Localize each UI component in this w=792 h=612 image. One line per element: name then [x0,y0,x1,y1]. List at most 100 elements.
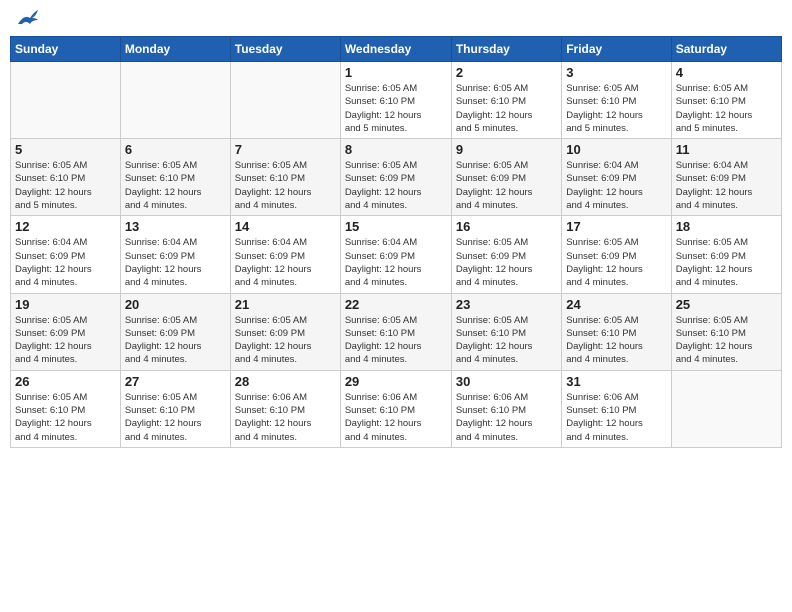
day-info: Sunrise: 6:04 AM Sunset: 6:09 PM Dayligh… [345,236,447,289]
calendar-cell: 29 Sunrise: 6:06 AM Sunset: 6:10 PM Dayli… [340,370,451,447]
day-info: Sunrise: 6:05 AM Sunset: 6:10 PM Dayligh… [345,82,447,135]
day-info: Sunrise: 6:05 AM Sunset: 6:09 PM Dayligh… [125,314,226,367]
calendar-cell: 20 Sunrise: 6:05 AM Sunset: 6:09 PM Dayli… [120,293,230,370]
calendar-cell: 3Sunrise: 6:05 AM Sunset: 6:10 PM Daylig… [562,62,671,139]
day-number: 24 [566,297,666,312]
calendar-cell: 10Sunrise: 6:04 AM Sunset: 6:09 PM Dayli… [562,139,671,216]
day-number: 1 [345,65,447,80]
calendar-week-row: 26 Sunrise: 6:05 AM Sunset: 6:10 PM Dayli… [11,370,782,447]
day-number: 16 [456,219,557,234]
day-info: Sunrise: 6:06 AM Sunset: 6:10 PM Dayligh… [235,391,336,444]
calendar-week-row: 19 Sunrise: 6:05 AM Sunset: 6:09 PM Dayli… [11,293,782,370]
day-number: 23 [456,297,557,312]
day-info: Sunrise: 6:05 AM Sunset: 6:10 PM Dayligh… [125,391,226,444]
day-info: Sunrise: 6:05 AM Sunset: 6:10 PM Dayligh… [125,159,226,212]
day-number: 2 [456,65,557,80]
calendar-cell: 23 Sunrise: 6:05 AM Sunset: 6:10 PM Dayli… [451,293,561,370]
day-number: 12 [15,219,116,234]
day-number: 18 [676,219,777,234]
calendar-cell: 22 Sunrise: 6:05 AM Sunset: 6:10 PM Dayli… [340,293,451,370]
calendar-cell: 19 Sunrise: 6:05 AM Sunset: 6:09 PM Dayli… [11,293,121,370]
day-number: 13 [125,219,226,234]
day-info: Sunrise: 6:06 AM Sunset: 6:10 PM Dayligh… [566,391,666,444]
day-number: 25 [676,297,777,312]
day-info: Sunrise: 6:04 AM Sunset: 6:09 PM Dayligh… [125,236,226,289]
weekday-header: Sunday [11,37,121,62]
calendar-cell: 28 Sunrise: 6:06 AM Sunset: 6:10 PM Dayli… [230,370,340,447]
day-info: Sunrise: 6:04 AM Sunset: 6:09 PM Dayligh… [566,159,666,212]
day-info: Sunrise: 6:05 AM Sunset: 6:10 PM Dayligh… [15,159,116,212]
calendar-cell: 9 Sunrise: 6:05 AM Sunset: 6:09 PM Daylig… [451,139,561,216]
day-number: 15 [345,219,447,234]
calendar-cell: 16 Sunrise: 6:05 AM Sunset: 6:09 PM Dayli… [451,216,561,293]
calendar-table: SundayMondayTuesdayWednesdayThursdayFrid… [10,36,782,448]
day-number: 26 [15,374,116,389]
calendar-cell [230,62,340,139]
logo [14,10,38,28]
day-number: 6 [125,142,226,157]
calendar-cell [120,62,230,139]
day-number: 11 [676,142,777,157]
calendar-cell: 14 Sunrise: 6:04 AM Sunset: 6:09 PM Dayli… [230,216,340,293]
day-info: Sunrise: 6:05 AM Sunset: 6:10 PM Dayligh… [676,314,777,367]
calendar-cell: 8 Sunrise: 6:05 AM Sunset: 6:09 PM Daylig… [340,139,451,216]
day-number: 29 [345,374,447,389]
weekday-header: Thursday [451,37,561,62]
day-info: Sunrise: 6:05 AM Sunset: 6:09 PM Dayligh… [15,314,116,367]
day-number: 31 [566,374,666,389]
day-info: Sunrise: 6:04 AM Sunset: 6:09 PM Dayligh… [15,236,116,289]
day-info: Sunrise: 6:05 AM Sunset: 6:09 PM Dayligh… [345,159,447,212]
day-info: Sunrise: 6:05 AM Sunset: 6:10 PM Dayligh… [15,391,116,444]
weekday-header: Tuesday [230,37,340,62]
day-info: Sunrise: 6:05 AM Sunset: 6:10 PM Dayligh… [566,82,666,135]
calendar-cell [671,370,781,447]
day-number: 7 [235,142,336,157]
day-number: 22 [345,297,447,312]
calendar-cell: 11 Sunrise: 6:04 AM Sunset: 6:09 PM Dayli… [671,139,781,216]
calendar-cell: 26 Sunrise: 6:05 AM Sunset: 6:10 PM Dayli… [11,370,121,447]
calendar-cell: 25 Sunrise: 6:05 AM Sunset: 6:10 PM Dayli… [671,293,781,370]
calendar-cell: 21 Sunrise: 6:05 AM Sunset: 6:09 PM Dayli… [230,293,340,370]
logo-bird-icon [16,10,38,28]
calendar-cell: 7Sunrise: 6:05 AM Sunset: 6:10 PM Daylig… [230,139,340,216]
day-number: 17 [566,219,666,234]
day-info: Sunrise: 6:05 AM Sunset: 6:10 PM Dayligh… [676,82,777,135]
calendar-cell: 31 Sunrise: 6:06 AM Sunset: 6:10 PM Dayli… [562,370,671,447]
calendar-cell: 1 Sunrise: 6:05 AM Sunset: 6:10 PM Daylig… [340,62,451,139]
day-number: 30 [456,374,557,389]
day-info: Sunrise: 6:05 AM Sunset: 6:10 PM Dayligh… [345,314,447,367]
day-number: 19 [15,297,116,312]
day-number: 9 [456,142,557,157]
day-number: 8 [345,142,447,157]
day-number: 20 [125,297,226,312]
day-info: Sunrise: 6:06 AM Sunset: 6:10 PM Dayligh… [456,391,557,444]
day-info: Sunrise: 6:05 AM Sunset: 6:10 PM Dayligh… [566,314,666,367]
day-number: 21 [235,297,336,312]
calendar-cell: 15 Sunrise: 6:04 AM Sunset: 6:09 PM Dayli… [340,216,451,293]
calendar-cell: 18Sunrise: 6:05 AM Sunset: 6:09 PM Dayli… [671,216,781,293]
calendar-cell: 13 Sunrise: 6:04 AM Sunset: 6:09 PM Dayli… [120,216,230,293]
day-info: Sunrise: 6:05 AM Sunset: 6:10 PM Dayligh… [456,82,557,135]
day-info: Sunrise: 6:06 AM Sunset: 6:10 PM Dayligh… [345,391,447,444]
weekday-header: Monday [120,37,230,62]
day-info: Sunrise: 6:05 AM Sunset: 6:09 PM Dayligh… [235,314,336,367]
day-info: Sunrise: 6:05 AM Sunset: 6:09 PM Dayligh… [566,236,666,289]
calendar-week-row: 12 Sunrise: 6:04 AM Sunset: 6:09 PM Dayli… [11,216,782,293]
calendar-cell: 12 Sunrise: 6:04 AM Sunset: 6:09 PM Dayli… [11,216,121,293]
day-info: Sunrise: 6:05 AM Sunset: 6:10 PM Dayligh… [456,314,557,367]
day-number: 27 [125,374,226,389]
day-number: 5 [15,142,116,157]
day-info: Sunrise: 6:05 AM Sunset: 6:09 PM Dayligh… [456,236,557,289]
weekday-header: Wednesday [340,37,451,62]
day-info: Sunrise: 6:04 AM Sunset: 6:09 PM Dayligh… [235,236,336,289]
calendar-cell: 17 Sunrise: 6:05 AM Sunset: 6:09 PM Dayli… [562,216,671,293]
calendar-cell: 5 Sunrise: 6:05 AM Sunset: 6:10 PM Daylig… [11,139,121,216]
day-info: Sunrise: 6:05 AM Sunset: 6:09 PM Dayligh… [456,159,557,212]
calendar-header-row: SundayMondayTuesdayWednesdayThursdayFrid… [11,37,782,62]
day-number: 28 [235,374,336,389]
day-info: Sunrise: 6:04 AM Sunset: 6:09 PM Dayligh… [676,159,777,212]
calendar-cell: 30 Sunrise: 6:06 AM Sunset: 6:10 PM Dayli… [451,370,561,447]
calendar-cell: 24 Sunrise: 6:05 AM Sunset: 6:10 PM Dayli… [562,293,671,370]
calendar-cell: 27 Sunrise: 6:05 AM Sunset: 6:10 PM Dayli… [120,370,230,447]
day-number: 14 [235,219,336,234]
